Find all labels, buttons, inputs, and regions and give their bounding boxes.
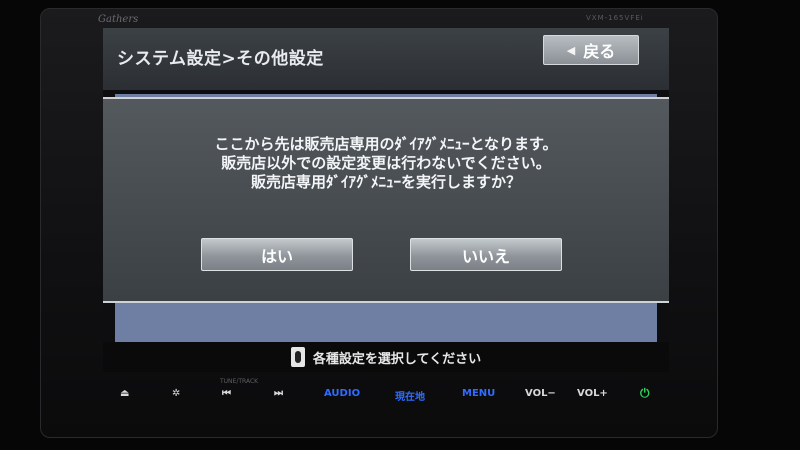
no-button[interactable]: いいえ [410,238,562,271]
vol-down-button[interactable]: VOL− [525,388,556,399]
prev-track-button[interactable]: ⏮ [222,388,231,399]
microphone-icon [290,347,305,367]
power-button[interactable]: ⏻ [640,386,650,401]
hardware-button-row: ⏏ ✲ TUNE/TRACK ⏮ ⏭ AUDIO 現在地 MENU VOL− V… [100,378,680,414]
settings-button[interactable]: ✲ [172,388,180,399]
dialog-message-line: 販売店専用ﾀﾞｲｱｸﾞﾒﾆｭｰを実行しますか？ [250,173,521,191]
tune-track-label: TUNE/TRACK [220,378,259,385]
back-button[interactable]: ◀ 戻る [543,35,639,65]
back-button-label: 戻る [583,42,616,61]
status-footer: 各種設定を選択してください [103,342,669,372]
header-bar: システム設定>その他設定 ◀ 戻る [103,28,669,90]
menu-button[interactable]: MENU [462,388,495,399]
eject-button[interactable]: ⏏ [120,388,129,399]
model-label: VXM-165VFEi [586,14,644,22]
screen: システム設定>その他設定 ◀ 戻る ここから先は販売店専用のﾀﾞｲｱｸﾞﾒﾆｭｰ… [103,28,669,372]
confirm-dialog: ここから先は販売店専用のﾀﾞｲｱｸﾞﾒﾆｭｰとなります。 販売店以外での設定変更… [103,97,669,303]
back-arrow-icon: ◀ [566,43,576,57]
vol-up-button[interactable]: VOL+ [577,388,608,399]
footer-hint: 各種設定を選択してください [312,351,482,367]
yes-button[interactable]: はい [201,238,353,271]
current-location-button[interactable]: 現在地 [395,388,425,403]
dialog-message-line: 販売店以外での設定変更は行わないでください。 [221,154,551,172]
audio-button[interactable]: AUDIO [324,388,360,399]
dialog-message-line: ここから先は販売店専用のﾀﾞｲｱｸﾞﾒﾆｭｰとなります。 [214,135,558,153]
brand-logo: Gathers [98,14,139,25]
page-title: システム設定>その他設定 [117,49,324,69]
dialog-message: ここから先は販売店専用のﾀﾞｲｱｸﾞﾒﾆｭｰとなります。 販売店以外での設定変更… [103,135,669,192]
next-track-button[interactable]: ⏭ [274,388,283,399]
